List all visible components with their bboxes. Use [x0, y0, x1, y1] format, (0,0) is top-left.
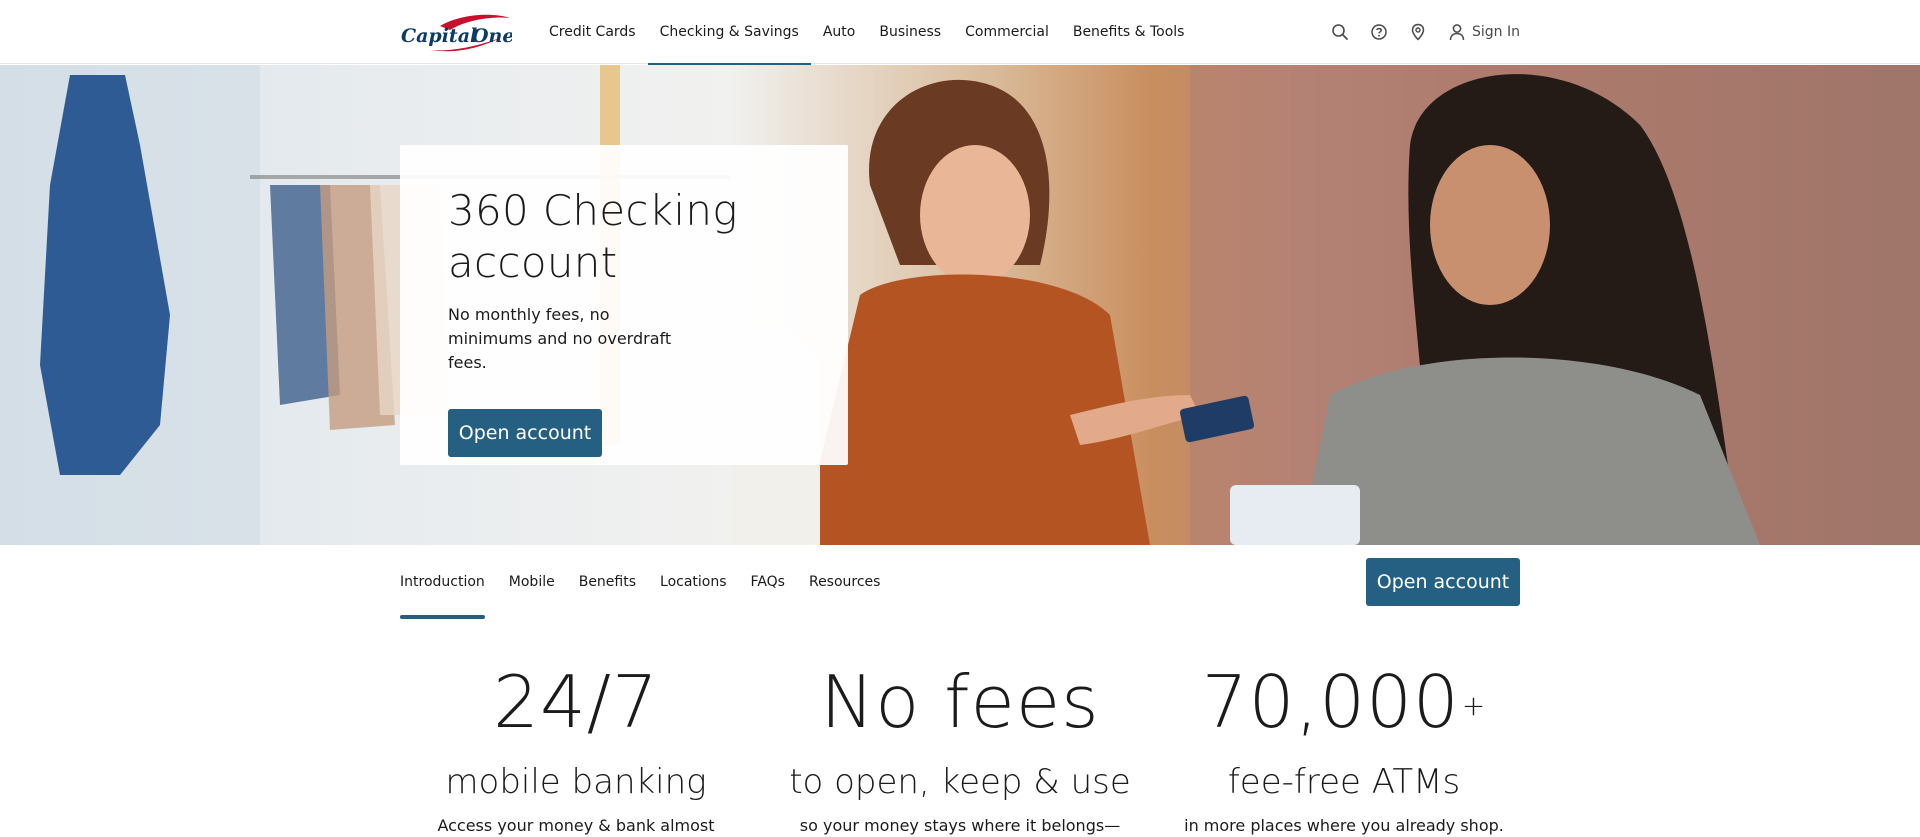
feature-stat: No fees [820, 660, 1100, 744]
nav-commercial[interactable]: Commercial [953, 0, 1061, 64]
nav-business[interactable]: Business [867, 0, 953, 64]
help-icon[interactable] [1368, 21, 1390, 43]
capital-one-logo[interactable]: Capital One [400, 12, 512, 54]
feature-atms: 70,000+ fee-free ATMs in more places whe… [1168, 660, 1520, 837]
feature-stat: 24/7 [493, 660, 659, 744]
feature-description: so your money stays where it belongs—wit… [799, 816, 1121, 835]
main-nav: Credit Cards Checking & Savings Auto Bus… [537, 0, 1197, 65]
feature-description: in more places where you already shop. [1184, 816, 1504, 835]
hero-title: 360 Checking account [448, 186, 738, 287]
page-subnav: Introduction Mobile Benefits Locations F… [0, 545, 1920, 625]
site-header: Capital One Credit Cards Checking & Savi… [0, 0, 1920, 65]
open-account-button[interactable]: Open account [448, 409, 602, 457]
nav-auto[interactable]: Auto [811, 0, 868, 64]
sign-in-link[interactable]: Sign In [1446, 21, 1520, 43]
location-pin-icon[interactable] [1407, 21, 1429, 43]
feature-no-fees: No fees to open, keep & use so your mone… [784, 660, 1136, 837]
hero-card: 360 Checking account No monthly fees, no… [400, 145, 848, 465]
svg-text:Capital: Capital [401, 25, 477, 47]
feature-description: Access your money & bank almost anywhere [437, 816, 715, 835]
subnav-mobile[interactable]: Mobile [497, 545, 567, 619]
hero-subtitle: No monthly fees, no minimums and no over… [448, 305, 672, 372]
feature-stat: 70,000+ [1201, 660, 1487, 744]
hero-photo [0, 65, 1920, 545]
utility-nav: Sign In [1312, 0, 1520, 64]
search-icon[interactable] [1329, 21, 1351, 43]
subnav-resources[interactable]: Resources [797, 545, 893, 619]
feature-heading: to open, keep & use [789, 762, 1131, 802]
nav-credit-cards[interactable]: Credit Cards [537, 0, 648, 64]
subnav-open-account-button[interactable]: Open account [1366, 558, 1520, 606]
subnav-faqs[interactable]: FAQs [739, 545, 797, 619]
nav-checking-savings[interactable]: Checking & Savings [647, 0, 812, 65]
feature-heading: fee-free ATMs [1227, 762, 1461, 802]
sign-in-label: Sign In [1472, 24, 1520, 40]
subnav-introduction[interactable]: Introduction [400, 545, 497, 619]
hero-banner: 360 Checking account No monthly fees, no… [0, 65, 1920, 545]
feature-highlights: 24/7 mobile banking Access your money & … [400, 660, 1520, 837]
subnav-locations[interactable]: Locations [648, 545, 739, 619]
svg-text:One: One [472, 25, 512, 47]
user-icon [1446, 21, 1468, 43]
feature-mobile-banking: 24/7 mobile banking Access your money & … [400, 660, 752, 837]
subnav-benefits[interactable]: Benefits [567, 545, 648, 619]
stat-superscript: + [1461, 689, 1487, 722]
feature-heading: mobile banking [445, 762, 707, 802]
nav-benefits-tools[interactable]: Benefits & Tools [1061, 0, 1197, 64]
